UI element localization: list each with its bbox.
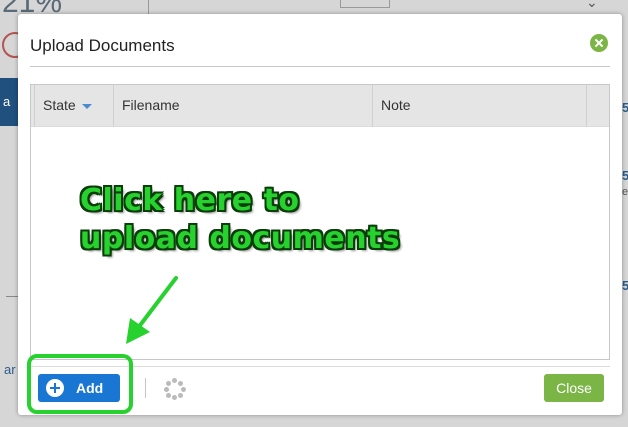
background-box <box>340 0 390 8</box>
dialog-title: Upload Documents <box>30 36 175 55</box>
column-header-label: State <box>43 97 76 113</box>
annotation-highlight-box <box>27 354 133 414</box>
annotation-line-1: Click here to <box>80 183 300 218</box>
close-button[interactable]: Close <box>544 374 604 402</box>
column-header-note[interactable]: Note <box>372 85 586 127</box>
background-link: ar <box>4 362 16 377</box>
header-divider <box>30 66 610 67</box>
background-chevron-icon: ⌄ <box>586 0 598 10</box>
toolbar-separator <box>145 378 146 398</box>
background-right-digit: 5 <box>622 278 628 293</box>
column-header-filename[interactable]: Filename <box>113 85 372 127</box>
loading-spinner-icon <box>164 378 186 400</box>
background-right-digit: 5 <box>622 100 628 115</box>
background-right-digit: 5 <box>622 168 628 183</box>
column-header-state[interactable]: State <box>34 85 113 127</box>
grid-header: State Filename Note <box>31 85 609 127</box>
close-circle-icon[interactable] <box>590 34 608 52</box>
annotation-callout: Click here to upload documents <box>80 182 400 258</box>
annotation-line-2: upload documents <box>80 221 401 256</box>
background-right-text: e <box>622 186 628 198</box>
column-header-extra <box>586 85 609 127</box>
caret-down-icon[interactable] <box>81 103 92 109</box>
annotation-arrow-icon <box>126 276 178 344</box>
